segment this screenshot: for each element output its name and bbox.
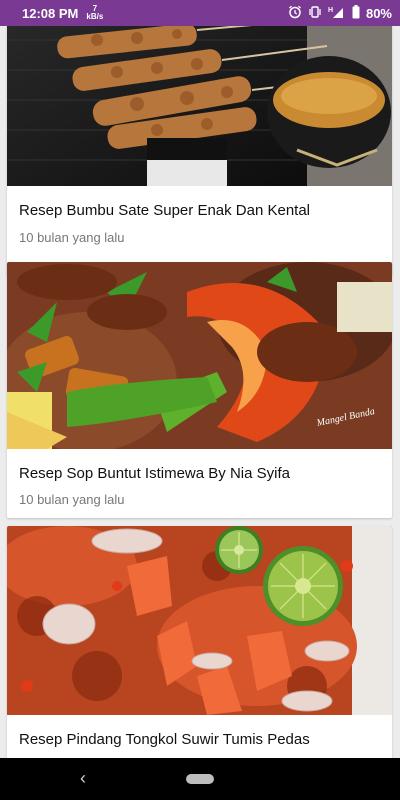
navigation-bar: ‹ xyxy=(0,758,400,800)
alarm-icon xyxy=(288,5,302,22)
sop-buntut-image: Mangel Banda xyxy=(7,262,392,449)
recipe-time-ago: 10 bulan yang lalu xyxy=(19,230,125,245)
network-speed: 7 kB/s xyxy=(86,5,103,21)
svg-text:H: H xyxy=(328,7,333,14)
network-speed-unit: kB/s xyxy=(86,12,104,21)
recipe-feed[interactable]: Resep Bumbu Sate Super Enak Dan Kental 1… xyxy=(0,26,400,758)
recipe-card[interactable]: Resep Pindang Tongkol Suwir Tumis Pedas xyxy=(7,526,392,758)
recipe-card[interactable]: Mangel Banda Resep Sop Buntut Istimewa B… xyxy=(7,262,392,518)
vibrate-icon xyxy=(308,5,322,22)
recipe-time-ago: 10 bulan yang lalu xyxy=(19,492,125,507)
signal-icon: H xyxy=(328,5,346,22)
recipe-title[interactable]: Resep Pindang Tongkol Suwir Tumis Pedas xyxy=(7,731,322,748)
sate-image xyxy=(7,26,392,186)
recipe-title[interactable]: Resep Bumbu Sate Super Enak Dan Kental xyxy=(7,202,322,219)
recipe-title[interactable]: Resep Sop Buntut Istimewa By Nia Syifa xyxy=(7,465,302,482)
status-time: 12:08 PM xyxy=(22,5,79,21)
status-bar: 12:08 PM 7 kB/s H 80% xyxy=(0,0,400,26)
back-icon[interactable]: ‹ xyxy=(80,768,86,789)
pindang-tongkol-image xyxy=(7,526,392,715)
recipe-card[interactable]: Resep Bumbu Sate Super Enak Dan Kental 1… xyxy=(7,26,392,276)
status-icons: H 80% xyxy=(288,4,392,22)
battery-level: 80% xyxy=(365,5,392,21)
battery-icon xyxy=(352,4,360,22)
home-pill-icon[interactable] xyxy=(186,774,214,784)
